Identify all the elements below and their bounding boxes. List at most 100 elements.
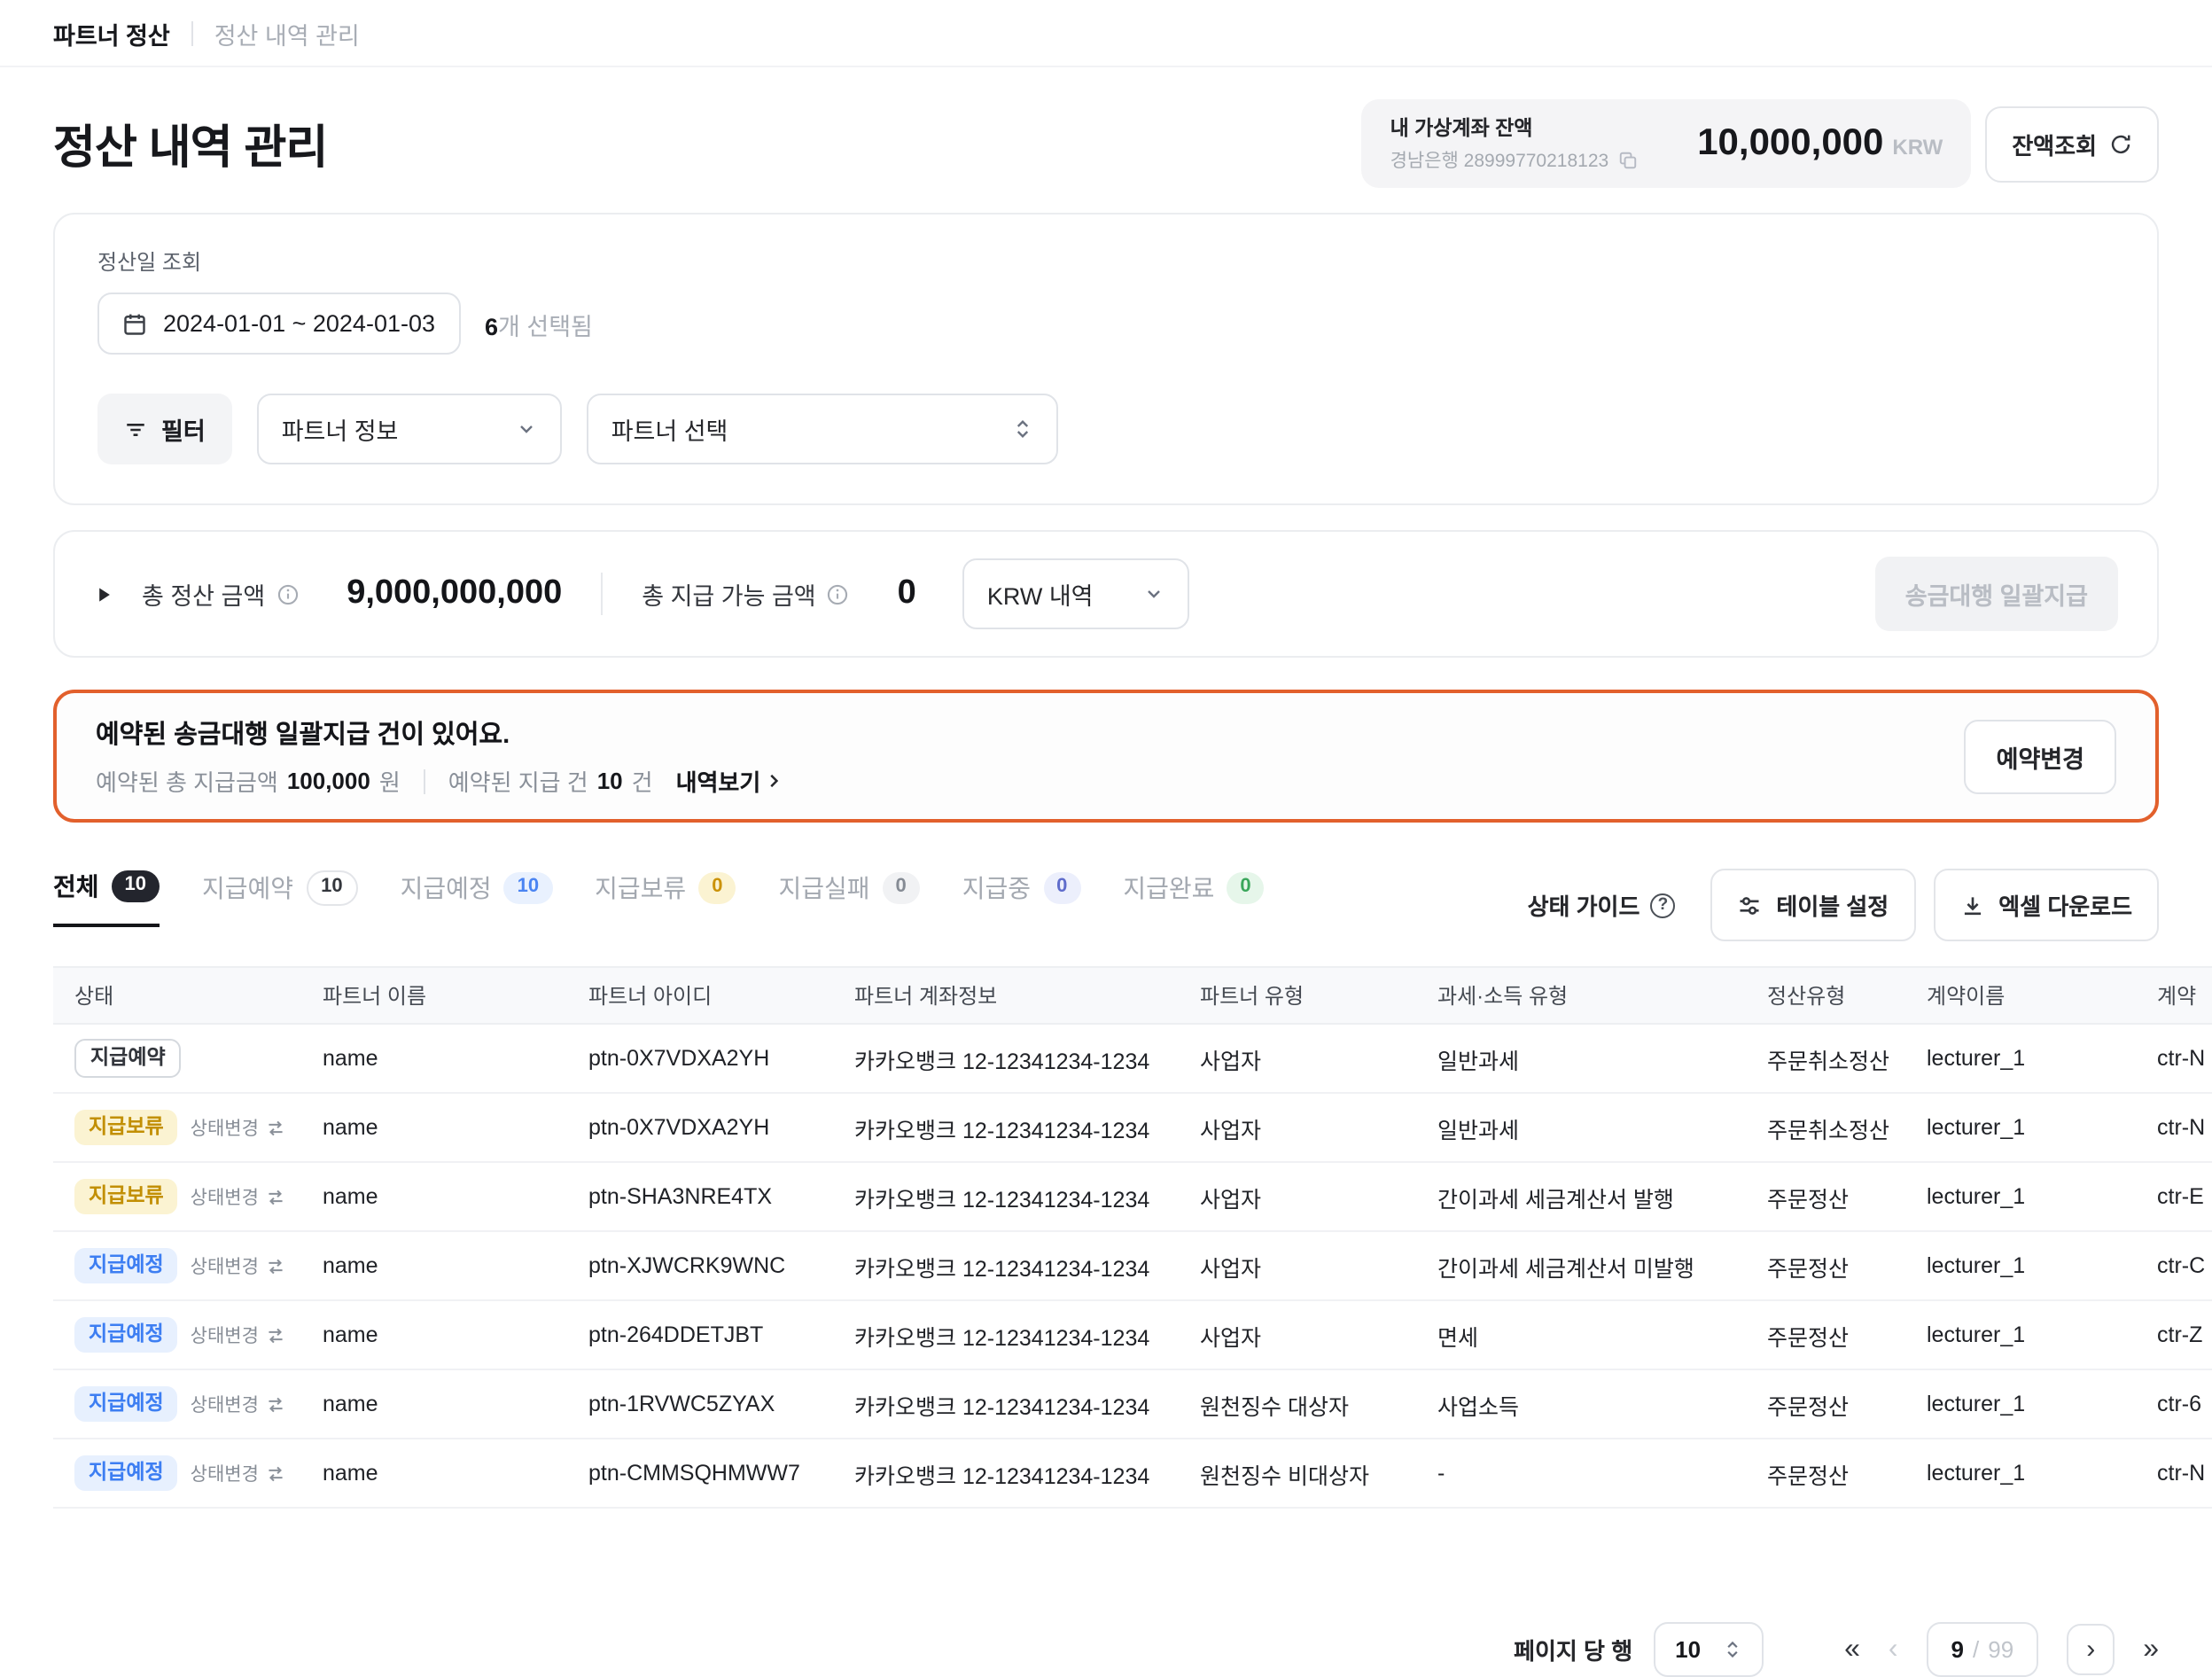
- change-reservation-button[interactable]: 예약변경: [1965, 719, 2116, 793]
- breadcrumb-parent[interactable]: 파트너 정산: [53, 15, 170, 51]
- rows-per-page-value: 10: [1675, 1636, 1701, 1663]
- table-header-cell: 파트너 유형: [1179, 967, 1416, 1024]
- status-tab[interactable]: 지급완료 0: [1123, 869, 1264, 927]
- balance-account: 경남은행 28999770218123: [1390, 147, 1638, 174]
- tab-count-badge: 10: [112, 870, 160, 902]
- contract-name-cell: lecturer_1: [1905, 1439, 2136, 1508]
- summary-card: 총 정산 금액 9,000,000,000 총 지급 가능 금액 0 KRW 내…: [53, 530, 2159, 658]
- partner-select-dropdown[interactable]: 파트너 선택: [587, 394, 1058, 464]
- settlement-date-label: 정산일 조회: [97, 246, 2115, 277]
- last-page-button[interactable]: »: [2143, 1635, 2159, 1664]
- date-range-value: 2024-01-01 ~ 2024-01-03: [163, 310, 435, 337]
- filter-row: 필터 파트너 정보 파트너 선택: [97, 394, 2115, 464]
- partner-account-cell: 카카오뱅크 12-12341234-1234: [833, 1024, 1179, 1093]
- status-change-label: 상태변경: [191, 1183, 259, 1210]
- chevron-right-icon: [764, 771, 783, 791]
- settlement-type-cell: 주문취소정산: [1746, 1024, 1905, 1093]
- status-tab[interactable]: 전체 10: [53, 869, 160, 927]
- partner-account-cell: 카카오뱅크 12-12341234-1234: [833, 1300, 1179, 1369]
- status-tab[interactable]: 지급보류 0: [595, 869, 736, 927]
- view-details-label: 내역보기: [676, 764, 761, 798]
- table-row: 지급예약 상태변경 name ptn-0X7VDXA2YH: [53, 1024, 2212, 1093]
- bulk-transfer-button[interactable]: 송금대행 일괄지급: [1875, 557, 2118, 631]
- expand-triangle-icon[interactable]: [94, 584, 113, 604]
- tax-type-cell: 사업소득: [1416, 1369, 1746, 1439]
- partner-info-dropdown[interactable]: 파트너 정보: [257, 394, 562, 464]
- table-row: 지급예정 상태변경 name ptn-XJWCRK9WNC: [53, 1231, 2212, 1300]
- status-tab[interactable]: 지급중 0: [962, 869, 1081, 927]
- date-row: 2024-01-01 ~ 2024-01-03 6개 선택됨: [97, 292, 2115, 355]
- pagination: 페이지 당 행 10 « ‹ 9 / 99 › »: [53, 1622, 2159, 1677]
- status-change-button[interactable]: 상태변경: [191, 1460, 285, 1486]
- swap-icon: [266, 1325, 285, 1345]
- tab-label: 지급보류: [595, 870, 686, 906]
- table-settings-button[interactable]: 테이블 설정: [1710, 869, 1915, 941]
- currency-filter-dropdown[interactable]: KRW 내역: [962, 558, 1189, 629]
- info-icon[interactable]: [276, 582, 299, 605]
- partner-type-cell: 사업자: [1179, 1231, 1416, 1300]
- settlement-table: 상태 파트너 이름 파트너 아이디 파트너 계좌정보 파트너 유형 과세·소득 …: [53, 966, 2212, 1509]
- question-circle-icon: [1650, 893, 1675, 917]
- view-details-link[interactable]: 내역보기: [676, 764, 784, 798]
- total-settlement-text: 총 정산 금액: [142, 576, 265, 612]
- partner-name-cell: name: [301, 1162, 567, 1231]
- status-badge: 지급보류: [74, 1178, 178, 1215]
- tab-count-badge: 0: [1227, 872, 1264, 904]
- tab-count-badge: 0: [883, 872, 920, 904]
- tab-label: 지급예약: [202, 870, 293, 906]
- swap-icon: [266, 1463, 285, 1483]
- balance-info: 내 가상계좌 잔액 경남은행 28999770218123: [1390, 113, 1638, 174]
- status-change-label: 상태변경: [191, 1114, 259, 1141]
- date-range-input[interactable]: 2024-01-01 ~ 2024-01-03: [97, 292, 460, 355]
- excel-download-button[interactable]: 엑셀 다운로드: [1933, 869, 2159, 941]
- rows-per-page-select[interactable]: 10: [1654, 1622, 1763, 1677]
- tab-count-badge: 0: [698, 872, 736, 904]
- selected-count-number: 6: [485, 313, 498, 339]
- status-guide-button[interactable]: 상태 가이드: [1528, 888, 1676, 922]
- page-input[interactable]: 9 / 99: [1927, 1622, 2039, 1677]
- status-tab[interactable]: 지급실패 0: [778, 869, 919, 927]
- prev-page-button[interactable]: ‹: [1889, 1635, 1898, 1664]
- status-tab[interactable]: 지급예약 10: [202, 869, 358, 927]
- status-change-button[interactable]: 상태변경: [191, 1183, 285, 1210]
- balance-check-button[interactable]: 잔액조회: [1985, 105, 2159, 182]
- partner-id-cell: ptn-1RVWC5ZYAX: [567, 1369, 833, 1439]
- next-page-button[interactable]: ›: [2067, 1624, 2115, 1675]
- table-header-cell: 파트너 이름: [301, 967, 567, 1024]
- selected-count-suffix: 개 선택됨: [498, 313, 593, 339]
- status-change-label: 상태변경: [191, 1391, 259, 1417]
- tab-count-badge: 10: [504, 872, 553, 904]
- copy-icon[interactable]: [1617, 151, 1637, 170]
- status-change-button[interactable]: 상태변경: [191, 1252, 285, 1279]
- status-change-button[interactable]: 상태변경: [191, 1114, 285, 1141]
- partner-account-cell: 카카오뱅크 12-12341234-1234: [833, 1439, 1179, 1508]
- chevron-down-icon: [516, 418, 537, 440]
- status-change-button[interactable]: 상태변경: [191, 1391, 285, 1417]
- settlement-type-cell: 주문취소정산: [1746, 1093, 1905, 1162]
- table-header-cell: 계약이름: [1905, 967, 2136, 1024]
- partner-type-cell: 원천징수 비대상자: [1179, 1439, 1416, 1508]
- contract-name-cell: lecturer_1: [1905, 1093, 2136, 1162]
- balance-account-number: 경남은행 28999770218123: [1390, 147, 1609, 174]
- contract-id-cell: ctr-N: [2136, 1439, 2212, 1508]
- status-tab[interactable]: 지급예정 10: [401, 869, 553, 927]
- status-change-label: 상태변경: [191, 1460, 259, 1486]
- selected-count: 6개 선택됨: [485, 306, 593, 341]
- info-icon[interactable]: [827, 582, 850, 605]
- first-page-button[interactable]: «: [1844, 1635, 1860, 1664]
- sliders-icon: [1737, 893, 1762, 917]
- table-row: 지급예정 상태변경 name ptn-264DDETJBT: [53, 1300, 2212, 1369]
- filter-button[interactable]: 필터: [97, 394, 232, 464]
- rows-per-page-label: 페이지 당 행: [1514, 1633, 1632, 1666]
- tax-type-cell: -: [1416, 1439, 1746, 1508]
- contract-name-cell: lecturer_1: [1905, 1300, 2136, 1369]
- alert-divider: [424, 768, 425, 793]
- tab-count-badge: 0: [1043, 872, 1080, 904]
- contract-name-cell: lecturer_1: [1905, 1369, 2136, 1439]
- status-change-button[interactable]: 상태변경: [191, 1322, 285, 1348]
- alert-count-value: 10: [597, 768, 623, 794]
- excel-download-label: 엑셀 다운로드: [1998, 888, 2132, 922]
- alert-count-unit: 건: [632, 764, 653, 798]
- partner-id-cell: ptn-0X7VDXA2YH: [567, 1024, 833, 1093]
- alert-details: 예약된 총 지급금액 100,000 원 예약된 지급 건 10 건 내역보기: [96, 764, 783, 798]
